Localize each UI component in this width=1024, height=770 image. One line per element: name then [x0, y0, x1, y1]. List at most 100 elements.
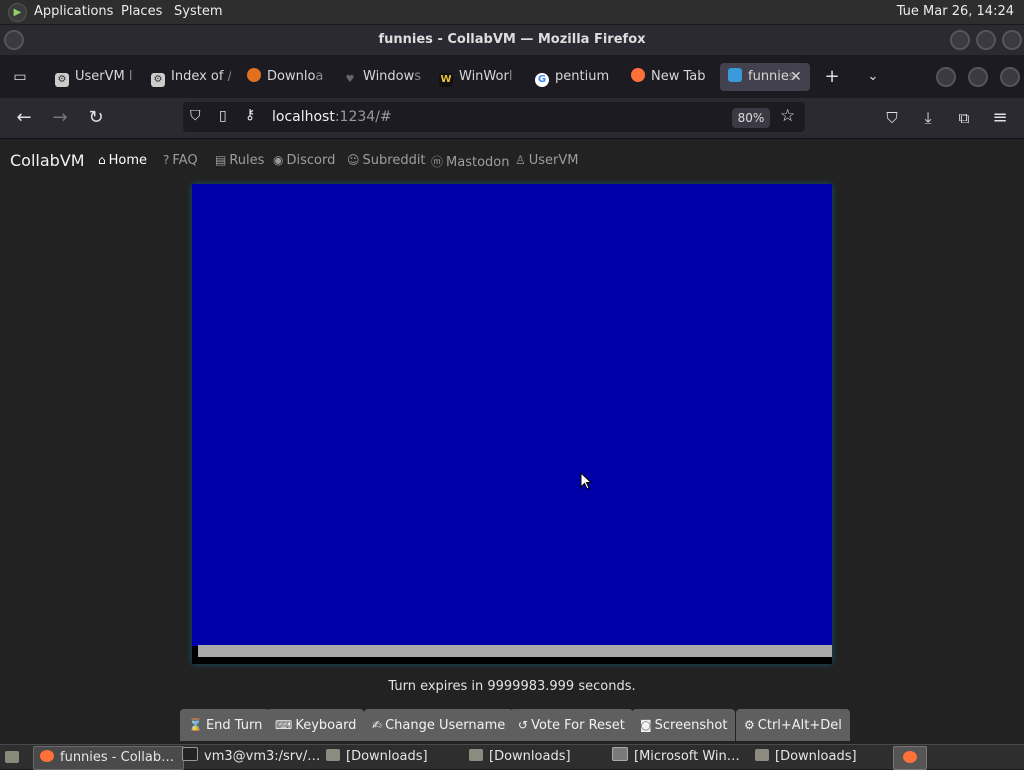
- rotate-left-icon: ↺: [518, 718, 529, 732]
- tab-pentium[interactable]: Gpentium: [535, 63, 615, 91]
- decoration-button-2: [968, 67, 988, 87]
- window-titlebar: funnies - CollabVM — Mozilla Firefox: [0, 25, 1024, 55]
- task-firefox-funnies[interactable]: funnies - Collab…: [33, 746, 184, 770]
- change-username-button[interactable]: ✍ Change Username: [364, 709, 514, 741]
- turn-status-text: Turn expires in 9999983.999 seconds.: [388, 679, 636, 694]
- minimize-window-button[interactable]: [950, 30, 970, 50]
- page-info-icon[interactable]: ▯: [219, 108, 227, 124]
- places-menu[interactable]: Places: [121, 4, 162, 19]
- hourglass-icon: ⌛: [188, 718, 203, 732]
- tab-downloads[interactable]: Downloa: [247, 63, 327, 91]
- task-microsoft-windows[interactable]: [Microsoft Win…: [612, 746, 748, 768]
- top-panel: ▶ Applications Places System Tue Mar 26,…: [0, 0, 1024, 25]
- vm-blue-screen: [192, 184, 832, 646]
- nav-faq[interactable]: ? FAQ: [163, 153, 198, 168]
- downloads-icon[interactable]: ⤓: [917, 107, 939, 129]
- url-bar[interactable]: ⛉ ▯ ⚷ localhost:1234/# 80% ☆: [183, 102, 805, 132]
- close-tab-icon[interactable]: ✕: [790, 63, 802, 91]
- discord-icon: ◉: [273, 153, 284, 167]
- site-navbar: CollabVM ⌂ Home ? FAQ ▤ Rules ◉ Discord ☺ Sub…: [0, 139, 1024, 183]
- signature-icon: ✍: [372, 718, 383, 732]
- app-window-icon: [612, 747, 628, 761]
- extensions-icon[interactable]: ⧉: [953, 107, 975, 129]
- index-favicon-icon: ⚙: [151, 73, 165, 87]
- workspace-switcher[interactable]: [893, 746, 927, 770]
- nav-mastodon[interactable]: ⓜ Mastodon: [431, 153, 509, 170]
- vote-for-reset-button[interactable]: ↺ Vote For Reset: [510, 709, 633, 741]
- system-menu[interactable]: System: [174, 4, 222, 19]
- bottom-taskbar: funnies - Collab… vm3@vm3:/srv/… [Downlo…: [0, 744, 1024, 770]
- pocket-icon[interactable]: ⛉: [881, 107, 903, 129]
- navigation-toolbar: ← → ↻ ⛉ ▯ ⚷ localhost:1234/# 80% ☆ ⛉ ⤓ ⧉…: [0, 98, 1024, 139]
- task-downloads-1[interactable]: [Downloads]: [326, 746, 462, 768]
- nav-subreddit[interactable]: ☺ Subreddit: [347, 153, 426, 168]
- screenshot-button[interactable]: ◙ Screenshot: [632, 709, 736, 741]
- show-desktop-button[interactable]: [2, 746, 24, 768]
- firefox-favicon-icon: [631, 68, 645, 82]
- distro-logo-icon[interactable]: ▶: [8, 3, 27, 22]
- home-icon: ⌂: [98, 153, 106, 167]
- reload-icon[interactable]: ↻: [85, 107, 107, 129]
- window-menu-icon[interactable]: [4, 30, 24, 50]
- applications-menu[interactable]: Applications: [34, 4, 113, 19]
- vm-status-bar: [198, 645, 832, 657]
- hamburger-menu-icon[interactable]: ≡: [989, 107, 1011, 129]
- key-icon[interactable]: ⚷: [245, 107, 255, 123]
- camera-icon: ◙: [640, 718, 652, 732]
- task-downloads-2[interactable]: [Downloads]: [469, 746, 605, 768]
- url-text[interactable]: localhost:1234/#: [272, 109, 392, 125]
- mouse-cursor-icon: [580, 472, 592, 490]
- back-arrow-icon[interactable]: ←: [13, 107, 35, 129]
- desktop-icon: [5, 751, 19, 763]
- clock[interactable]: Tue Mar 26, 14:24: [897, 4, 1014, 19]
- nav-uservm[interactable]: ♙ UserVM: [515, 153, 579, 168]
- user-icon: ♙: [515, 153, 526, 167]
- close-window-button[interactable]: [1002, 30, 1022, 50]
- tab-new-tab[interactable]: New Tab: [631, 63, 711, 91]
- google-favicon-icon: G: [535, 73, 549, 87]
- clipboard-icon: ▤: [215, 153, 227, 167]
- decoration-button-3: [1000, 67, 1020, 87]
- folder-icon: [326, 749, 340, 761]
- shield-icon[interactable]: ⛉: [190, 108, 201, 124]
- firefox-icon: [40, 750, 54, 762]
- window-title: funnies - CollabVM — Mozilla Firefox: [378, 32, 646, 47]
- tab-winworld[interactable]: W WinWorl: [439, 63, 517, 91]
- nav-rules[interactable]: ▤ Rules: [215, 153, 264, 168]
- reddit-icon: ☺: [347, 153, 360, 167]
- list-tabs-chevron-icon[interactable]: ⌄: [862, 66, 884, 88]
- gear-icon: ⚙: [744, 718, 755, 732]
- nav-discord[interactable]: ◉ Discord: [273, 153, 335, 168]
- tab-uservm[interactable]: ⚙ UserVM l: [55, 63, 133, 91]
- task-downloads-3[interactable]: [Downloads]: [755, 746, 891, 768]
- mastodon-icon: ⓜ: [431, 155, 444, 169]
- terminal-icon: [182, 747, 198, 761]
- firefox-icon: [903, 751, 917, 763]
- tab-funnies-active[interactable]: funnies ✕: [720, 63, 810, 91]
- monitor-favicon-icon: [728, 68, 742, 82]
- task-terminal[interactable]: vm3@vm3:/srv/…: [182, 746, 320, 768]
- winworld-favicon-icon: W: [439, 73, 453, 87]
- tab-strip: ▭ ⚙UserVM l ⚙Index of / Downloa ♥Windows…: [0, 55, 1024, 98]
- page-content: CollabVM ⌂ Home ? FAQ ▤ Rules ◉ Discord ☺ Sub…: [0, 139, 1024, 744]
- nav-home[interactable]: ⌂ Home: [98, 153, 147, 168]
- uservm-favicon-icon: ⚙: [55, 73, 69, 87]
- folder-icon: [469, 749, 483, 761]
- site-brand[interactable]: CollabVM: [10, 151, 85, 170]
- tab-index-of[interactable]: ⚙Index of /: [151, 63, 231, 91]
- keyboard-button[interactable]: ⌨ Keyboard: [267, 709, 365, 741]
- question-icon: ?: [163, 153, 170, 167]
- tab-groups-icon[interactable]: ▭: [9, 66, 31, 88]
- keyboard-icon: ⌨: [275, 718, 293, 732]
- ctrl-alt-del-button[interactable]: ⚙ Ctrl+Alt+Del: [736, 709, 850, 741]
- end-turn-button[interactable]: ⌛ End Turn: [180, 709, 271, 741]
- maximize-window-button[interactable]: [976, 30, 996, 50]
- tab-windows[interactable]: ♥ Windows: [343, 63, 421, 91]
- forward-arrow-icon[interactable]: →: [49, 107, 71, 129]
- heart-favicon-icon: ♥: [345, 74, 355, 85]
- vm-display[interactable]: [192, 184, 832, 664]
- zoom-level-badge[interactable]: 80%: [732, 108, 770, 128]
- bookmark-star-icon[interactable]: ☆: [780, 106, 795, 126]
- folder-icon: [755, 749, 769, 761]
- new-tab-plus-icon[interactable]: +: [821, 66, 843, 88]
